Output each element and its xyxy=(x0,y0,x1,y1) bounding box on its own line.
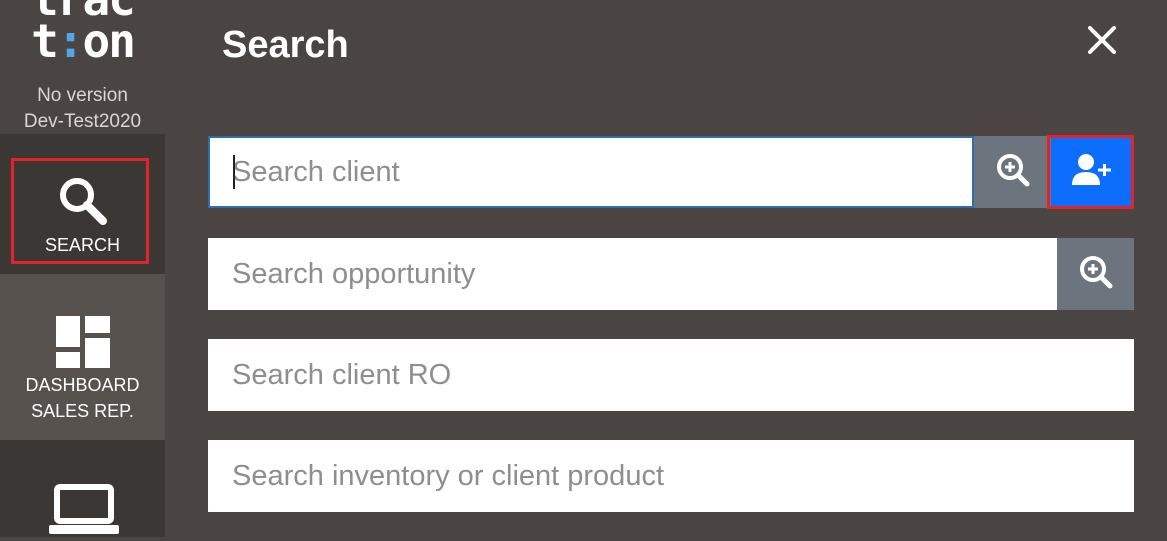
sidebar: trac t:on No version Dev-Test2020 SEARCH… xyxy=(0,0,165,537)
search-client-ro-input[interactable] xyxy=(208,339,1134,411)
search-inventory-row xyxy=(208,440,1134,512)
logo-letter-t: t xyxy=(31,14,59,68)
sidebar-item-search-label: SEARCH xyxy=(44,235,120,255)
search-client-button[interactable] xyxy=(974,136,1051,208)
search-inventory-input[interactable] xyxy=(208,440,1134,512)
dashboard-label-line2: SALES REP. xyxy=(31,401,134,421)
page-title: Search xyxy=(222,24,349,66)
close-icon xyxy=(1080,26,1124,66)
user-plus-icon xyxy=(1071,153,1114,192)
search-opportunity-input[interactable] xyxy=(208,238,1057,310)
search-opportunity-button[interactable] xyxy=(1057,238,1134,310)
search-client-ro-row xyxy=(208,339,1134,411)
dashboard-label-line1: DASHBOARD xyxy=(25,375,140,395)
search-client-input[interactable] xyxy=(208,136,974,208)
zoom-in-icon xyxy=(996,153,1030,192)
version-text: No version xyxy=(37,85,128,106)
sidebar-item-search[interactable]: SEARCH xyxy=(0,134,165,274)
laptop-icon xyxy=(49,484,119,541)
logo-accent-colon: : xyxy=(56,14,85,68)
logo-block: trac t:on No version Dev-Test2020 xyxy=(0,0,165,134)
dashboard-icon xyxy=(56,316,110,373)
sidebar-item-dashboard[interactable]: DASHBOARD SALES REP. xyxy=(0,274,165,440)
text-cursor xyxy=(233,155,235,189)
logo-line-2: t:on xyxy=(0,18,165,64)
sidebar-item-dashboard-label: DASHBOARD SALES REP. xyxy=(0,372,165,424)
close-button[interactable] xyxy=(1080,18,1124,62)
add-client-button[interactable] xyxy=(1051,136,1134,208)
environment-text: Dev-Test2020 xyxy=(23,111,142,132)
search-icon xyxy=(56,174,110,233)
zoom-in-icon xyxy=(1079,255,1113,294)
logo-letters-on: on xyxy=(82,14,136,68)
search-client-row xyxy=(208,136,1134,208)
search-opportunity-row xyxy=(208,238,1134,310)
sidebar-item-computer[interactable] xyxy=(0,440,165,537)
